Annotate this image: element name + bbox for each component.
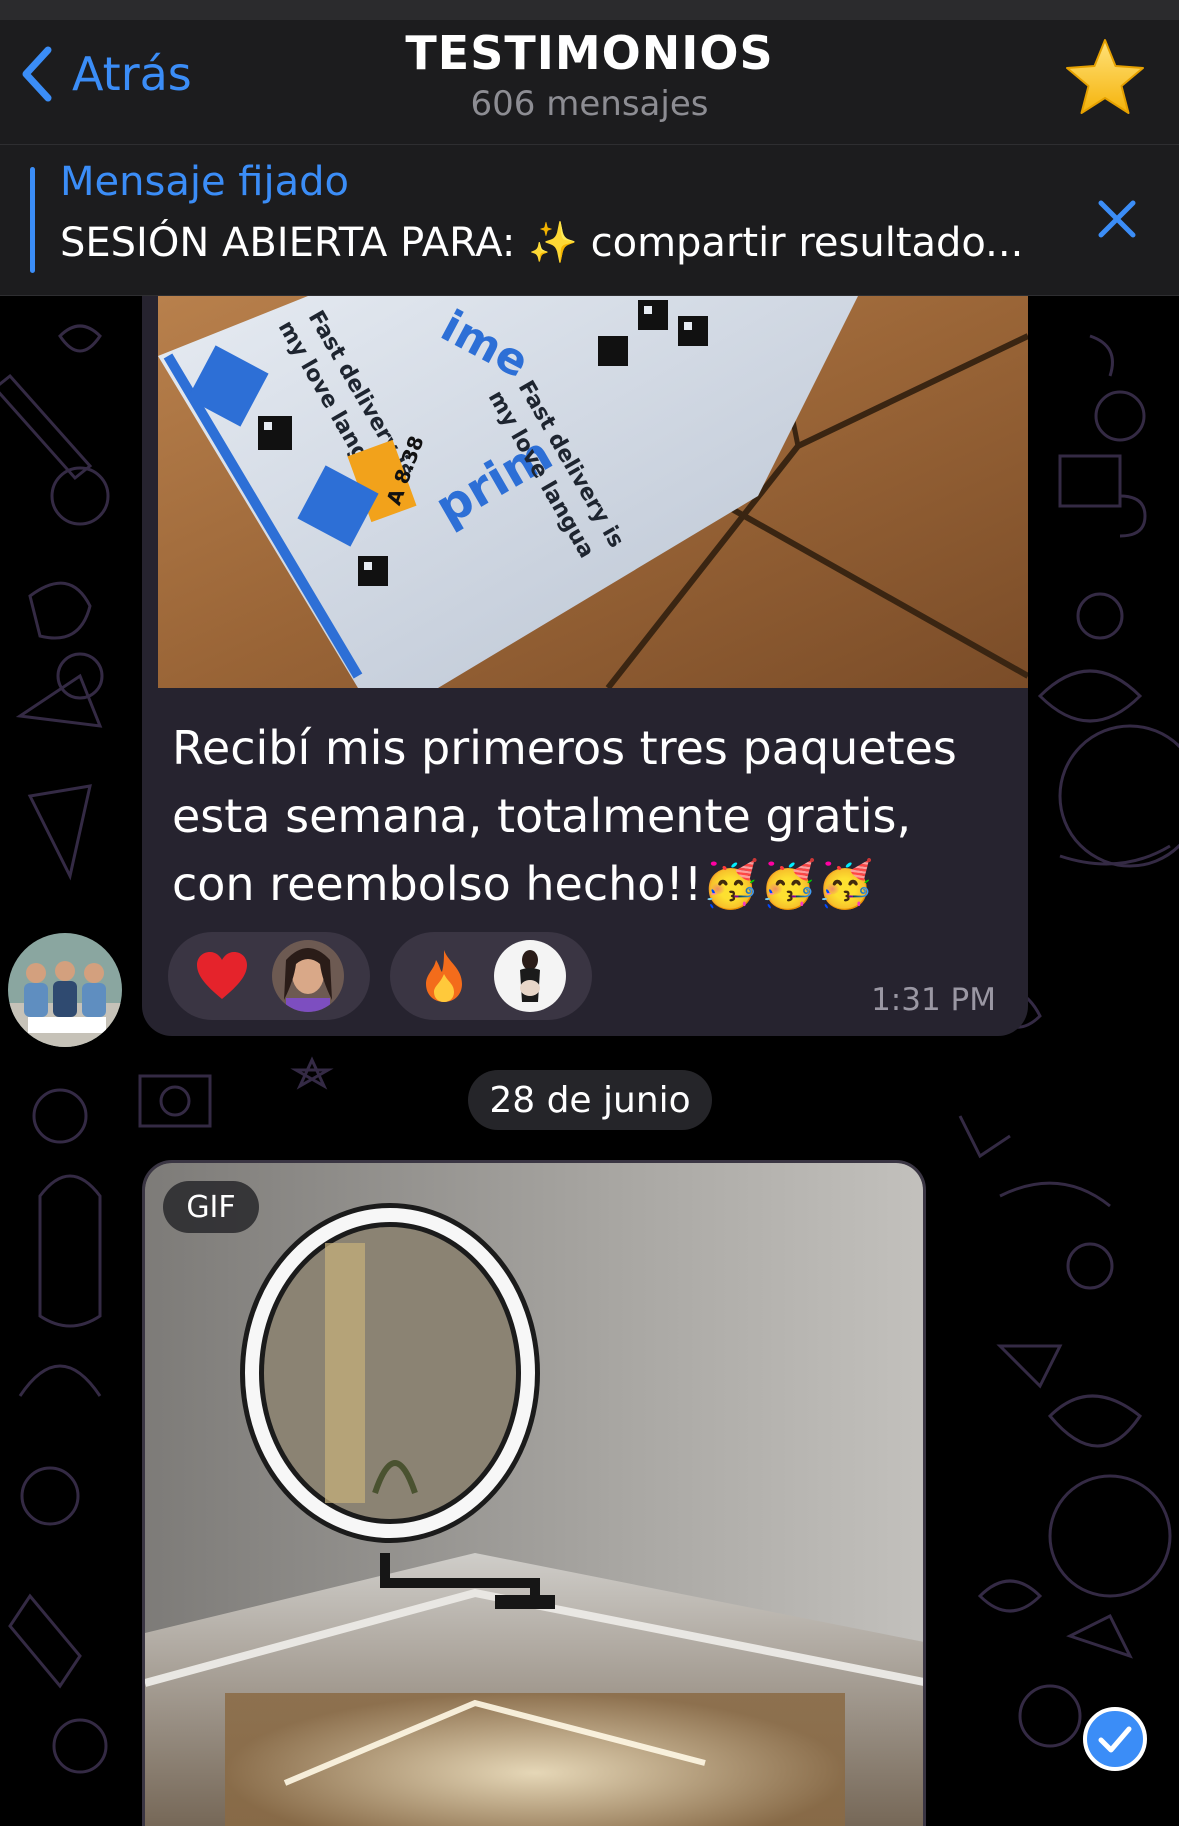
pinned-text: SESIÓN ABIERTA PARA: ✨ compartir resulta… [60, 220, 1024, 266]
message-count: 606 mensajes [470, 84, 709, 124]
close-icon [1098, 200, 1136, 238]
reaction-heart[interactable] [168, 932, 370, 1020]
fire-icon [408, 948, 480, 1004]
message-photo[interactable]: ime prim Fast delivery is my love langua… [158, 296, 1028, 688]
select-message-button[interactable] [1082, 1706, 1148, 1776]
close-pinned-button[interactable] [1095, 197, 1139, 245]
header-title-block[interactable]: TESTIMONIOS 606 mensajes [0, 26, 1179, 124]
chat-header: Atrás TESTIMONIOS 606 mensajes [0, 20, 1179, 145]
package-photo: ime prim Fast delivery is my love langua… [158, 296, 1028, 688]
star-button[interactable] [1063, 36, 1147, 124]
status-strip [0, 0, 1179, 20]
pinned-message-bar[interactable]: Mensaje fijado SESIÓN ABIERTA PARA: ✨ co… [0, 145, 1179, 296]
message-bubble[interactable]: ime prim Fast delivery is my love langua… [142, 296, 1028, 1036]
reactor-avatar [272, 940, 344, 1012]
checkmark-icon [1083, 1707, 1147, 1771]
date-separator: 28 de junio [468, 1070, 712, 1130]
chat-area[interactable]: ime prim Fast delivery is my love langua… [0, 296, 1179, 1826]
reactor-avatar [494, 940, 566, 1012]
message-caption: Recibí mis primeros tres paquetes esta s… [172, 721, 957, 911]
sender-avatar[interactable] [8, 933, 122, 1047]
pinned-title: Mensaje fijado [60, 159, 349, 205]
pinned-indicator [30, 167, 35, 273]
gif-preview [145, 1163, 923, 1826]
star-icon [1066, 39, 1144, 114]
chat-title: TESTIMONIOS [405, 26, 774, 80]
reaction-fire[interactable] [390, 932, 592, 1020]
message-time: 1:31 PM [871, 982, 996, 1018]
heart-icon [186, 951, 258, 1001]
gif-message[interactable]: GIF [142, 1160, 926, 1826]
gif-badge: GIF [163, 1181, 259, 1233]
